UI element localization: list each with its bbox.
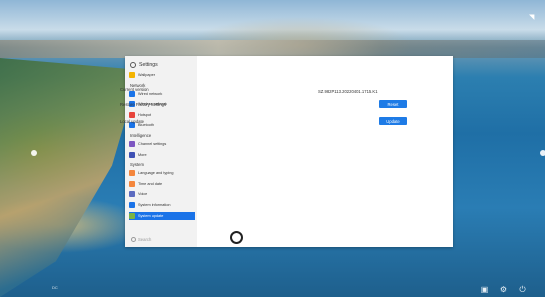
left-edge-arrow-icon[interactable] [31,150,37,156]
reset-button[interactable]: Reset [379,100,407,108]
sidebar-item-voice[interactable]: Voice [129,190,195,198]
sidebar-item-system-update[interactable]: System update [129,211,195,220]
search-bar[interactable]: Search [131,237,151,242]
right-edge-arrow-icon[interactable] [540,150,545,156]
settings-icon[interactable]: ⚙ [499,285,508,294]
sidebar-item-label: System information [138,203,171,207]
gallery-icon[interactable]: ▣ [480,285,489,294]
floating-menu-button[interactable] [230,231,243,244]
power-icon[interactable]: ⏻ [518,285,527,294]
sidebar-item-more[interactable]: More [129,151,195,159]
current-version-value: SZ.982P113.20220401.1715.K1 [318,89,378,94]
bottom-left-text: DC [52,285,58,290]
wallpaper-icon [129,72,135,78]
clock-icon [129,180,135,187]
section-system: System [130,162,144,168]
current-version-label: Current version [120,86,149,92]
sidebar-item-time-and-date[interactable]: Time and date [129,180,195,188]
sidebar-item-system-information[interactable]: System information [129,201,195,209]
search-icon [131,237,136,242]
restore-factory-label: Restore Factory Settings [120,101,167,107]
language-icon [129,170,135,177]
sidebar-item-label: Wallpaper [138,73,155,77]
settings-window: Settings Search Wallpaper Network Wired ne… [125,56,453,247]
sidebar-item-label: Time and date [138,181,163,186]
sidebar-item-label: Language and typing [138,171,174,176]
more-icon [129,151,135,158]
gear-icon [130,62,136,68]
sidebar-item-label: Channel settings [138,142,167,146]
sidebar-item-label: System update [138,213,164,218]
sidebar-item-channel-settings[interactable]: Channel settings [129,140,195,148]
update-button[interactable]: Update [379,117,407,125]
settings-title-label: Settings [139,62,158,68]
info-icon [129,202,135,208]
section-intelligence: Intelligence [130,133,152,138]
search-placeholder: Search [138,237,152,242]
sidebar-item-wallpaper[interactable]: Wallpaper [129,71,195,79]
update-icon [129,212,135,219]
sidebar-item-label: Voice [138,192,148,197]
local-update-label: Local update [120,118,144,124]
wifi-icon: ◥ [529,14,535,21]
channel-settings-icon [129,141,135,147]
settings-title: Settings [130,60,158,70]
sidebar-item-label: More [138,152,147,157]
voice-icon [129,191,135,198]
sidebar-item-language-and-typing[interactable]: Language and typing [129,169,195,177]
